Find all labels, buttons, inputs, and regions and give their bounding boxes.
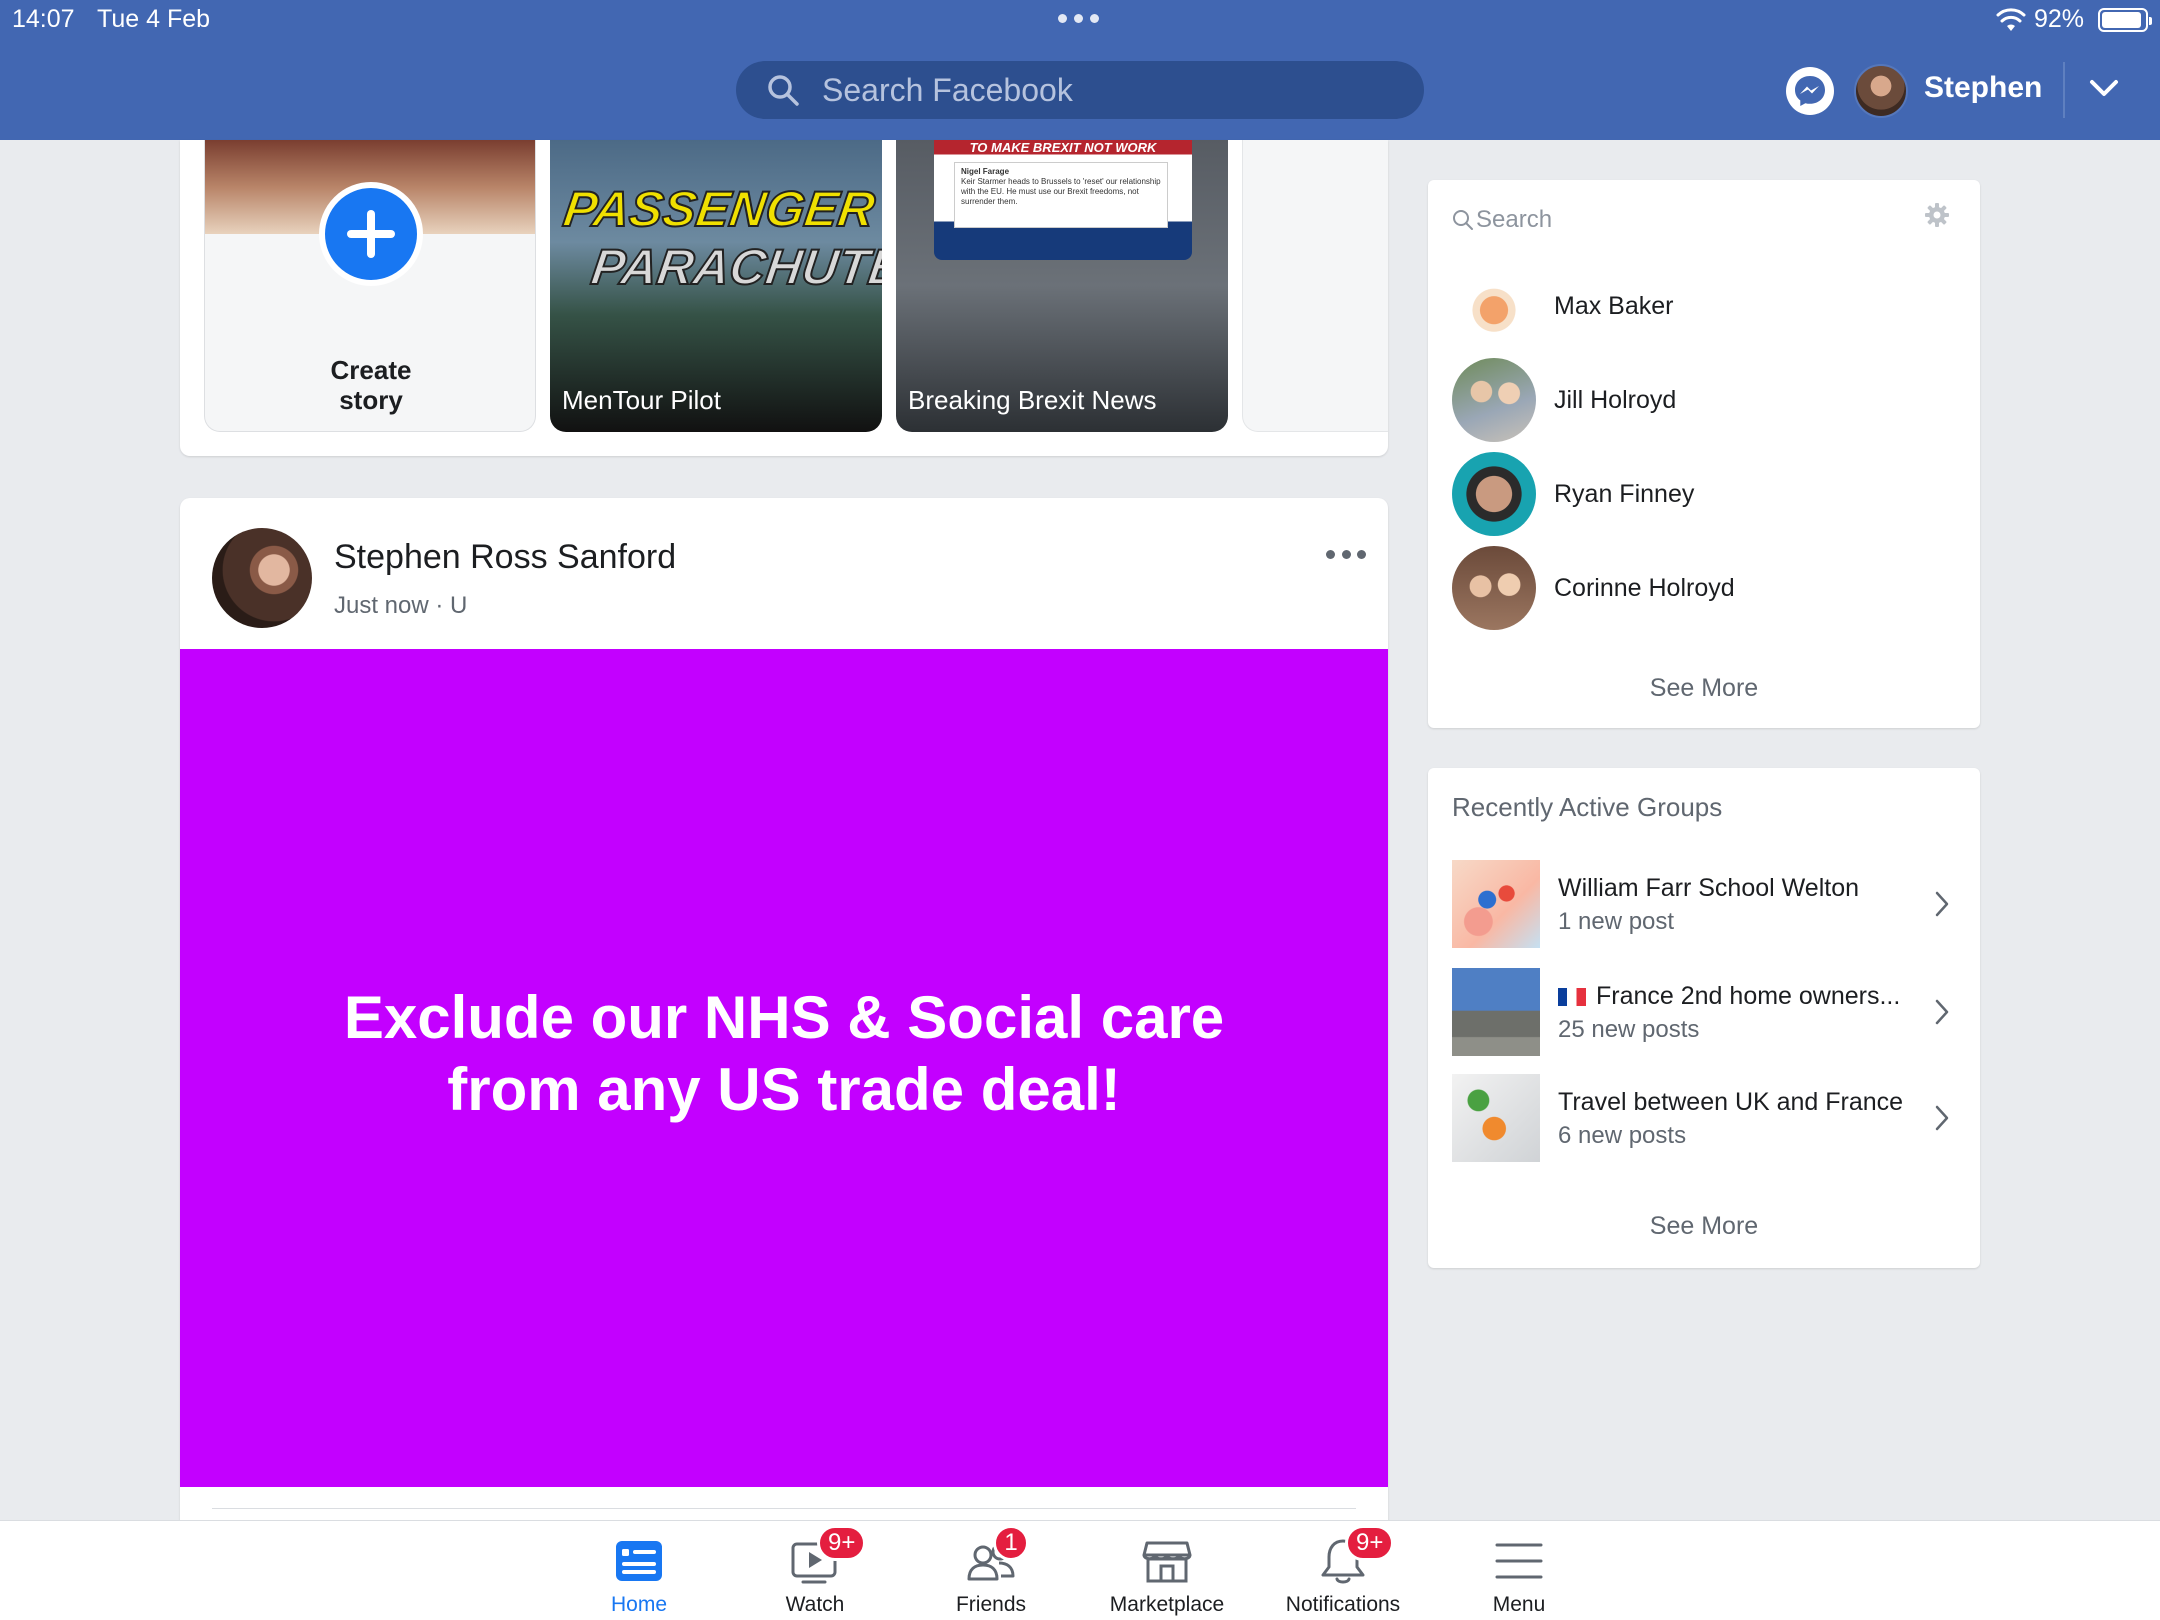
post-text: Exclude our NHS & Social care from any U… [343,984,1225,1123]
tab-label: Friends [955,1593,1027,1616]
chevron-right-icon [1935,891,1949,917]
recently-active-groups-panel: Recently Active Groups William Farr Scho… [1428,768,1980,1268]
more-options-icon[interactable] [1326,550,1366,564]
post-timestamp[interactable]: Just now · U [334,592,467,620]
search-facebook-input[interactable]: Search Facebook [736,61,1424,119]
story-name: Breaking Brexit News [908,385,1157,415]
tab-label: Notifications [1285,1593,1401,1616]
messenger-icon [1795,76,1825,106]
tab-label: Home [610,1593,668,1616]
contacts-search-input[interactable]: Search [1452,202,1964,238]
story-card-partial[interactable] [1242,140,1388,432]
contact-avatar [1452,264,1536,348]
status-date: Tue 4 Feb [97,5,211,33]
tab-watch[interactable]: 9+ Watch [727,1521,903,1620]
group-thumbnail [1452,968,1540,1056]
story-name: MenTour Pilot [562,385,721,415]
create-story-label: Create story [330,355,412,415]
status-bar: 14:07 Tue 4 Feb 92% [0,0,2160,40]
tab-marketplace[interactable]: Marketplace [1079,1521,1255,1620]
contact-item[interactable]: Ryan Finney [1452,452,1952,536]
contact-avatar [1452,546,1536,630]
notifications-badge: 9+ [1345,1525,1395,1561]
group-item[interactable]: Travel between UK and France 6 new posts [1452,1074,1962,1164]
multitasking-dots-icon[interactable] [1058,14,1099,23]
group-new-posts: 25 new posts [1558,1016,1700,1043]
user-name[interactable]: Stephen [1924,71,2042,105]
contact-name: Ryan Finney [1554,479,1695,508]
home-feed-icon [616,1541,662,1581]
search-placeholder: Search Facebook [822,71,1073,108]
status-time: 14:07 [12,5,75,33]
tab-home[interactable]: Home [551,1521,727,1620]
watch-badge: 9+ [817,1525,867,1561]
post-author-name[interactable]: Stephen Ross Sanford [334,538,676,577]
marketplace-store-icon [1142,1541,1192,1583]
post-author-avatar[interactable] [212,528,312,628]
contact-name: Corinne Holroyd [1554,573,1735,602]
chevron-down-icon[interactable] [2086,76,2122,100]
contact-item[interactable]: Corinne Holroyd [1452,546,1952,630]
group-new-posts: 1 new post [1558,908,1675,935]
battery-icon [2098,8,2152,32]
menu-hamburger-icon [1495,1543,1543,1579]
contact-avatar [1452,358,1536,442]
france-flag-icon [1558,988,1586,1007]
group-name: Travel between UK and France [1558,1088,1904,1116]
group-item[interactable]: France 2nd home owners... 25 new posts [1452,968,1962,1058]
user-avatar[interactable] [1854,64,1908,118]
group-thumbnail [1452,1074,1540,1162]
tab-label: Menu [1492,1593,1546,1616]
friends-badge: 1 [993,1525,1029,1561]
contact-name: Max Baker [1554,291,1674,320]
contact-item[interactable]: Max Baker [1452,264,1952,348]
header-divider [2063,62,2065,118]
group-thumbnail [1452,860,1540,948]
story-card-mentour-pilot[interactable]: PASSENGER PARACHUTES! MenTour Pilot [550,140,882,432]
tab-friends[interactable]: 1 Friends [903,1521,1079,1620]
contact-name: Jill Holroyd [1554,385,1677,414]
feed-post: Stephen Ross Sanford Just now · U Exclud… [180,498,1388,1620]
bottom-tab-bar: Home 9+ Watch 1 Friends Marketplace 9+ N… [0,1520,2160,1620]
group-item[interactable]: William Farr School Welton 1 new post [1452,860,1962,950]
group-name: France 2nd home owners... [1558,982,1928,1011]
messenger-button[interactable] [1786,67,1834,115]
post-divider [212,1508,1356,1509]
battery-percent: 92% [2034,5,2085,33]
story-card-breaking-brexit-news[interactable]: TO MAKE BREXIT NOT WORK Nigel Farage Kei… [896,140,1228,432]
tab-label: Watch [785,1593,845,1616]
post-text-background[interactable]: Exclude our NHS & Social care from any U… [180,649,1388,1487]
contacts-see-more-button[interactable]: See More [1428,674,1980,703]
story-image: TO MAKE BREXIT NOT WORK Nigel Farage Kei… [934,140,1192,260]
contact-avatar [1452,452,1536,536]
tab-menu[interactable]: Menu [1431,1521,1607,1620]
tab-notifications[interactable]: 9+ Notifications [1255,1521,1431,1620]
chevron-right-icon [1935,999,1949,1025]
tab-label: Marketplace [1109,1593,1225,1616]
groups-see-more-button[interactable]: See More [1428,1212,1980,1241]
add-story-icon[interactable] [319,182,423,286]
chevron-right-icon [1935,1105,1949,1131]
create-story-card[interactable]: Create story [204,140,536,432]
contacts-panel: Search Max Baker Jill Holroyd Ryan Finne… [1428,180,1980,728]
groups-title: Recently Active Groups [1452,792,1723,822]
search-icon [768,75,799,106]
wifi-icon [1996,8,2026,31]
group-new-posts: 6 new posts [1558,1122,1687,1149]
group-name: William Farr School Welton [1558,874,1860,902]
top-bar: 14:07 Tue 4 Feb 92% Search Facebook Step… [0,0,2160,140]
contact-item[interactable]: Jill Holroyd [1452,358,1952,442]
stories-tray: Create story PASSENGER PARACHUTES! MenTo… [180,140,1388,456]
story-image-title: PASSENGER PARACHUTES! [559,180,882,296]
search-icon [1453,210,1473,230]
gear-icon[interactable] [1924,202,1950,228]
